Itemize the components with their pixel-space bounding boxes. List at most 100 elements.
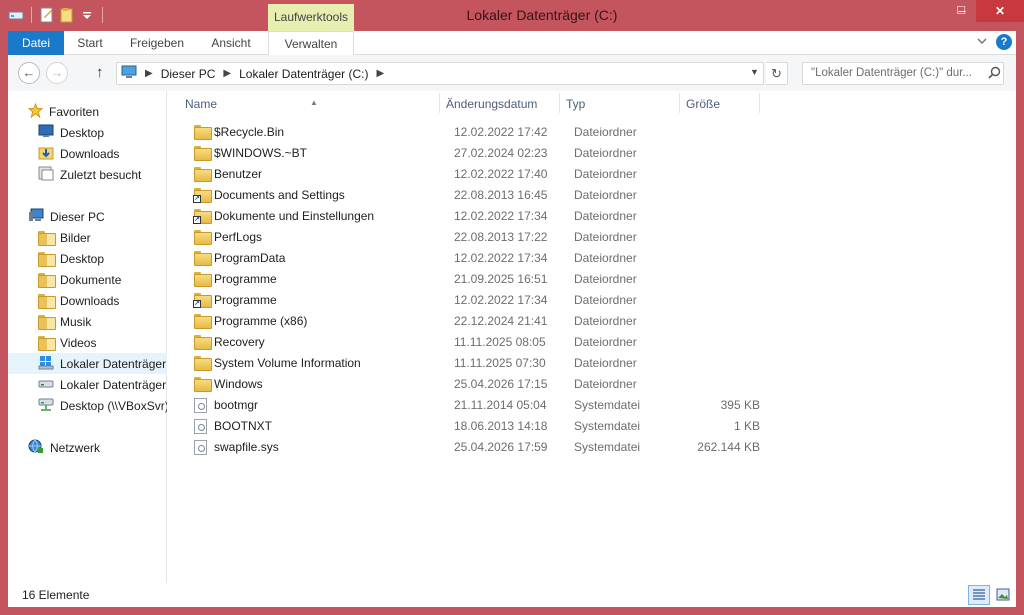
- table-row[interactable]: Programme (x86) 22.12.2024 21:41 Dateiordn…: [184, 311, 764, 332]
- file-name: Programme (x86): [214, 314, 308, 328]
- table-row[interactable]: PerfLogs 22.08.2013 17:22 Dateiordner: [184, 227, 764, 248]
- this-pc-icon: [121, 65, 137, 82]
- system-file-icon: [194, 440, 207, 455]
- details-view-button[interactable]: [968, 585, 990, 605]
- drive-icon: [38, 376, 54, 394]
- tab-share[interactable]: Freigeben: [122, 31, 192, 55]
- search-icon[interactable]: [988, 66, 1010, 82]
- nav-this-pc[interactable]: Dieser PC: [8, 206, 167, 227]
- file-type: Systemdatei: [574, 398, 641, 412]
- back-button[interactable]: ←: [18, 62, 40, 84]
- breadcrumb-this-pc[interactable]: Dieser PC: [161, 67, 216, 81]
- nav-documents[interactable]: Dokumente: [8, 269, 167, 290]
- folder-icon: [194, 230, 212, 245]
- column-header-name[interactable]: Name ▲: [185, 91, 435, 117]
- column-separator[interactable]: [679, 93, 680, 113]
- nav-music[interactable]: Musik: [8, 311, 167, 332]
- address-bar[interactable]: ▶ Dieser PC ▶ Lokaler Datenträger (C:) ▶: [116, 62, 764, 85]
- tab-file[interactable]: Datei: [8, 31, 64, 55]
- file-name: ProgramData: [214, 251, 286, 265]
- table-row[interactable]: BOOTNXT 18.06.2013 14:18 Systemdatei 1 KB: [184, 416, 764, 437]
- maximize-button[interactable]: □: [946, 0, 976, 22]
- nav-item-label: Lokaler Datenträger: [60, 377, 167, 392]
- table-row[interactable]: Windows 25.04.2026 17:15 Dateiordner: [184, 374, 764, 395]
- table-row[interactable]: Benutzer 12.02.2022 17:40 Dateiordner: [184, 164, 764, 185]
- file-name: Programme: [214, 272, 277, 286]
- nav-downloads[interactable]: Downloads: [8, 290, 167, 311]
- column-separator[interactable]: [759, 93, 760, 113]
- nav-item-label: Downloads: [60, 293, 120, 308]
- file-date: 11.11.2025 08:05: [454, 335, 546, 349]
- window-title: Lokaler Datenträger (C:): [466, 7, 618, 23]
- table-row[interactable]: Programme 21.09.2025 16:51 Dateiordner: [184, 269, 764, 290]
- nav-item-label: Zuletzt besucht: [60, 167, 142, 182]
- tab-start[interactable]: Start: [68, 31, 112, 55]
- file-name: $Recycle.Bin: [214, 125, 285, 139]
- nav-favorites[interactable]: Favoriten: [8, 101, 167, 122]
- search-input[interactable]: "Lokaler Datenträger (C:)" dur...: [802, 62, 1004, 85]
- column-header-size[interactable]: Größe: [686, 91, 756, 117]
- main-area: Favoriten Desktop Downloads Zuletzt besu…: [8, 91, 1016, 583]
- file-name: Dokumente und Einstellungen: [214, 209, 375, 223]
- nav-favorites-recent[interactable]: Zuletzt besucht: [8, 164, 167, 185]
- nav-this-pc-label: Dieser PC: [50, 209, 105, 224]
- tab-view[interactable]: Ansicht: [202, 31, 260, 55]
- refresh-button[interactable]: ↻: [766, 62, 788, 85]
- table-row[interactable]: $WINDOWS.~BT 27.02.2024 02:23 Dateiordner: [184, 143, 764, 164]
- column-separator[interactable]: [439, 93, 440, 113]
- close-button[interactable]: ✕: [976, 0, 1024, 22]
- column-header-date[interactable]: Änderungsdatum: [446, 91, 556, 117]
- large-icons-view-button[interactable]: [992, 585, 1014, 605]
- nav-network-share[interactable]: Desktop (\\VBoxSvr): [8, 395, 167, 416]
- nav-videos[interactable]: Videos: [8, 332, 167, 353]
- downloads-folder-icon: [38, 294, 56, 309]
- nav-pictures[interactable]: Bilder: [8, 227, 167, 248]
- folder-icon: [194, 335, 212, 350]
- file-date: 12.02.2022 17:34: [454, 293, 548, 307]
- nav-desktop[interactable]: Desktop: [8, 248, 167, 269]
- file-type: Dateiordner: [574, 356, 637, 370]
- table-row[interactable]: Recovery 11.11.2025 08:05 Dateiordner: [184, 332, 764, 353]
- breadcrumb-chevron-icon[interactable]: ▶: [145, 68, 153, 79]
- column-separator[interactable]: [559, 93, 560, 113]
- tab-manage[interactable]: Verwalten: [268, 31, 354, 56]
- column-header-type[interactable]: Typ: [566, 91, 676, 117]
- file-date: 22.08.2013 17:22: [454, 230, 548, 244]
- file-name: Documents and Settings: [214, 188, 345, 202]
- nav-favorites-desktop[interactable]: Desktop: [8, 122, 167, 143]
- nav-network[interactable]: Netzwerk: [8, 437, 167, 458]
- chevron-down-icon[interactable]: [976, 35, 988, 50]
- shortcut-icon: ↗: [193, 188, 212, 203]
- file-name: $WINDOWS.~BT: [214, 146, 308, 160]
- help-icon[interactable]: ?: [996, 34, 1012, 50]
- file-type: Dateiordner: [574, 209, 637, 223]
- up-button[interactable]: ↑: [96, 64, 104, 81]
- table-row[interactable]: ↗ Documents and Settings 22.08.2013 16:45 D…: [184, 185, 764, 206]
- nav-item-label: Desktop (\\VBoxSvr): [60, 398, 167, 413]
- file-date: 18.06.2013 14:18: [454, 419, 548, 433]
- nav-network-label: Netzwerk: [50, 440, 101, 455]
- status-bar: 16 Elemente: [8, 583, 1016, 607]
- nav-local-disk-c[interactable]: Lokaler Datenträger: [8, 353, 167, 374]
- table-row[interactable]: ProgramData 12.02.2022 17:34 Dateiordner: [184, 248, 764, 269]
- file-name: Benutzer: [214, 167, 263, 181]
- table-row[interactable]: ↗ Programme 12.02.2022 17:34 Dateiordner: [184, 290, 764, 311]
- nav-local-disk[interactable]: Lokaler Datenträger: [8, 374, 167, 395]
- table-row[interactable]: bootmgr 21.11.2014 05:04 Systemdatei 395 KB: [184, 395, 764, 416]
- file-type: Dateiordner: [574, 293, 637, 307]
- table-row[interactable]: ↗ Dokumente und Einstellungen 12.02.2022 1…: [184, 206, 764, 227]
- folder-icon: [194, 356, 212, 371]
- table-row[interactable]: System Volume Information 11.11.2025 07:3…: [184, 353, 764, 374]
- forward-button[interactable]: →: [46, 62, 68, 84]
- table-row[interactable]: swapfile.sys 25.04.2026 17:59 Systemdatei 2…: [184, 437, 764, 458]
- folder-icon: [194, 314, 212, 329]
- breadcrumb-chevron-icon[interactable]: ▶: [223, 68, 231, 79]
- breadcrumb-chevron-icon[interactable]: ▶: [376, 68, 384, 79]
- system-file-icon: [194, 419, 207, 434]
- address-dropdown-icon[interactable]: ▼: [750, 67, 759, 77]
- sort-ascending-icon: ▲: [310, 98, 318, 107]
- nav-favorites-downloads[interactable]: Downloads: [8, 143, 167, 164]
- table-row[interactable]: $Recycle.Bin 12.02.2022 17:42 Dateiordner: [184, 122, 764, 143]
- file-date: 12.02.2022 17:40: [454, 167, 548, 181]
- breadcrumb-local-disk[interactable]: Lokaler Datenträger (C:): [239, 67, 368, 81]
